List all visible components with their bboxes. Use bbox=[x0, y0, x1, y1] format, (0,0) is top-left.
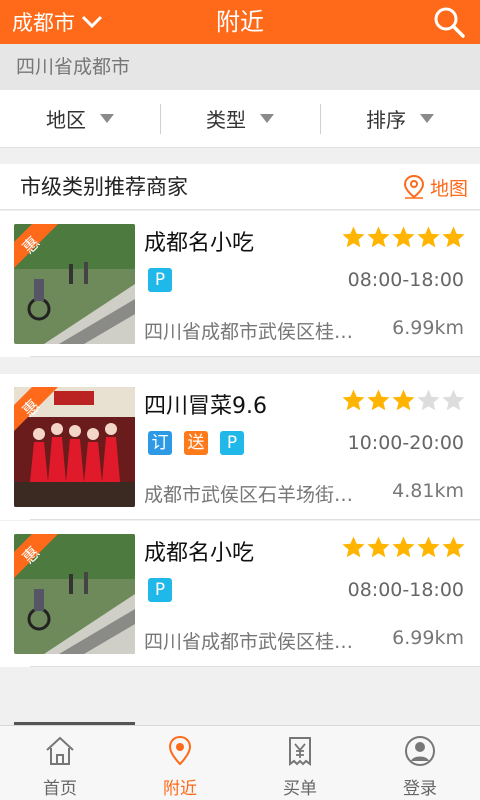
star-filled-icon bbox=[442, 226, 465, 248]
tab-pay[interactable]: 买单 bbox=[240, 726, 360, 800]
star-filled-icon bbox=[392, 226, 415, 248]
star-filled-icon bbox=[367, 389, 390, 411]
business-hours: 10:00-20:00 bbox=[347, 432, 464, 454]
tab-login[interactable]: 登录 bbox=[360, 726, 480, 800]
tab-login-label: 登录 bbox=[403, 779, 437, 799]
divider bbox=[30, 356, 480, 357]
star-filled-icon bbox=[342, 536, 365, 558]
merchant-distance: 6.99km bbox=[392, 627, 464, 649]
star-filled-icon bbox=[392, 389, 415, 411]
merchant-name: 成都名小吃 bbox=[144, 231, 255, 256]
merchant-distance: 4.81km bbox=[392, 480, 464, 502]
star-empty-icon bbox=[442, 389, 465, 411]
tab-nearby-label: 附近 bbox=[163, 779, 197, 799]
filter-region-label: 地区 bbox=[46, 108, 86, 132]
receipt-yen-icon bbox=[289, 737, 311, 766]
rating-stars bbox=[341, 535, 466, 560]
page-title: 附近 bbox=[216, 8, 264, 36]
tab-home[interactable]: 首页 bbox=[0, 726, 120, 800]
star-filled-icon bbox=[417, 536, 440, 558]
filter-sort[interactable]: 排序 bbox=[320, 90, 480, 147]
merchant-card[interactable]: 惠 成都名小吃 P 08:00-18:00 四川省成都市武侯区桂… 6.99km bbox=[0, 211, 480, 357]
dropdown-triangle-icon bbox=[100, 114, 114, 123]
merchant-distance: 6.99km bbox=[392, 317, 464, 339]
tab-pay-label: 买单 bbox=[283, 779, 317, 799]
merchant-address: 四川省成都市武侯区桂… bbox=[144, 631, 354, 653]
service-tags: P bbox=[148, 268, 172, 292]
section-title: 市级类别推荐商家 bbox=[20, 175, 188, 199]
divider bbox=[30, 519, 480, 520]
merchant-photo: 惠 bbox=[14, 387, 135, 507]
rating-stars bbox=[341, 225, 466, 250]
recommended-section-header: 市级类别推荐商家 地图 bbox=[0, 164, 480, 210]
service-tags: P bbox=[148, 578, 172, 602]
merchant-card[interactable]: 惠 成都名小吃 P 08:00-18:00 四川省成都市武侯区桂… 6.99km bbox=[0, 521, 480, 667]
location-pin-icon bbox=[168, 735, 192, 766]
merchant-address: 成都市武侯区石羊场街… bbox=[144, 484, 354, 506]
star-filled-icon bbox=[392, 536, 415, 558]
map-pin-icon bbox=[403, 174, 424, 199]
search-icon[interactable] bbox=[432, 5, 466, 39]
merchant-address: 四川省成都市武侯区桂… bbox=[144, 321, 354, 343]
tab-nearby[interactable]: 附近 bbox=[120, 726, 240, 800]
business-hours: 08:00-18:00 bbox=[347, 269, 464, 291]
map-label: 地图 bbox=[429, 177, 468, 200]
rating-stars bbox=[341, 388, 466, 413]
tab-home-label: 首页 bbox=[43, 779, 77, 799]
business-hours: 08:00-18:00 bbox=[347, 579, 464, 601]
service-tag: 订 bbox=[148, 431, 172, 455]
dropdown-triangle-icon bbox=[260, 114, 274, 123]
service-tag: P bbox=[148, 578, 172, 602]
divider bbox=[30, 666, 480, 667]
star-empty-icon bbox=[417, 389, 440, 411]
dropdown-triangle-icon bbox=[420, 114, 434, 123]
service-tag: P bbox=[148, 268, 172, 292]
star-filled-icon bbox=[367, 226, 390, 248]
service-tag: 送 bbox=[184, 431, 208, 455]
filter-bar: 地区 类型 排序 bbox=[0, 90, 480, 148]
filter-type[interactable]: 类型 bbox=[160, 90, 320, 147]
star-filled-icon bbox=[342, 389, 365, 411]
merchant-card[interactable]: 惠 四川冒菜9.6 订送P 10:00-20:00 成都市武侯区石羊场街… 4.… bbox=[0, 374, 480, 520]
star-filled-icon bbox=[417, 226, 440, 248]
filter-region[interactable]: 地区 bbox=[0, 90, 160, 147]
current-location: 四川省成都市 bbox=[0, 44, 480, 90]
user-icon bbox=[405, 736, 435, 766]
merchant-name: 四川冒菜9.6 bbox=[144, 394, 267, 419]
bottom-tab-bar: 首页 附近 买单 登录 bbox=[0, 725, 480, 800]
map-button[interactable]: 地图 bbox=[402, 164, 468, 210]
app-header: 成都市 附近 bbox=[0, 0, 480, 44]
star-filled-icon bbox=[367, 536, 390, 558]
star-filled-icon bbox=[342, 226, 365, 248]
merchant-photo: 惠 bbox=[14, 224, 135, 344]
star-filled-icon bbox=[442, 536, 465, 558]
service-tags: 订送P bbox=[148, 431, 244, 455]
filter-sort-label: 排序 bbox=[366, 108, 406, 132]
service-tag: P bbox=[220, 431, 244, 455]
filter-type-label: 类型 bbox=[206, 108, 246, 132]
merchant-photo: 惠 bbox=[14, 534, 135, 654]
merchant-name: 成都名小吃 bbox=[144, 541, 255, 566]
home-icon bbox=[46, 736, 74, 765]
